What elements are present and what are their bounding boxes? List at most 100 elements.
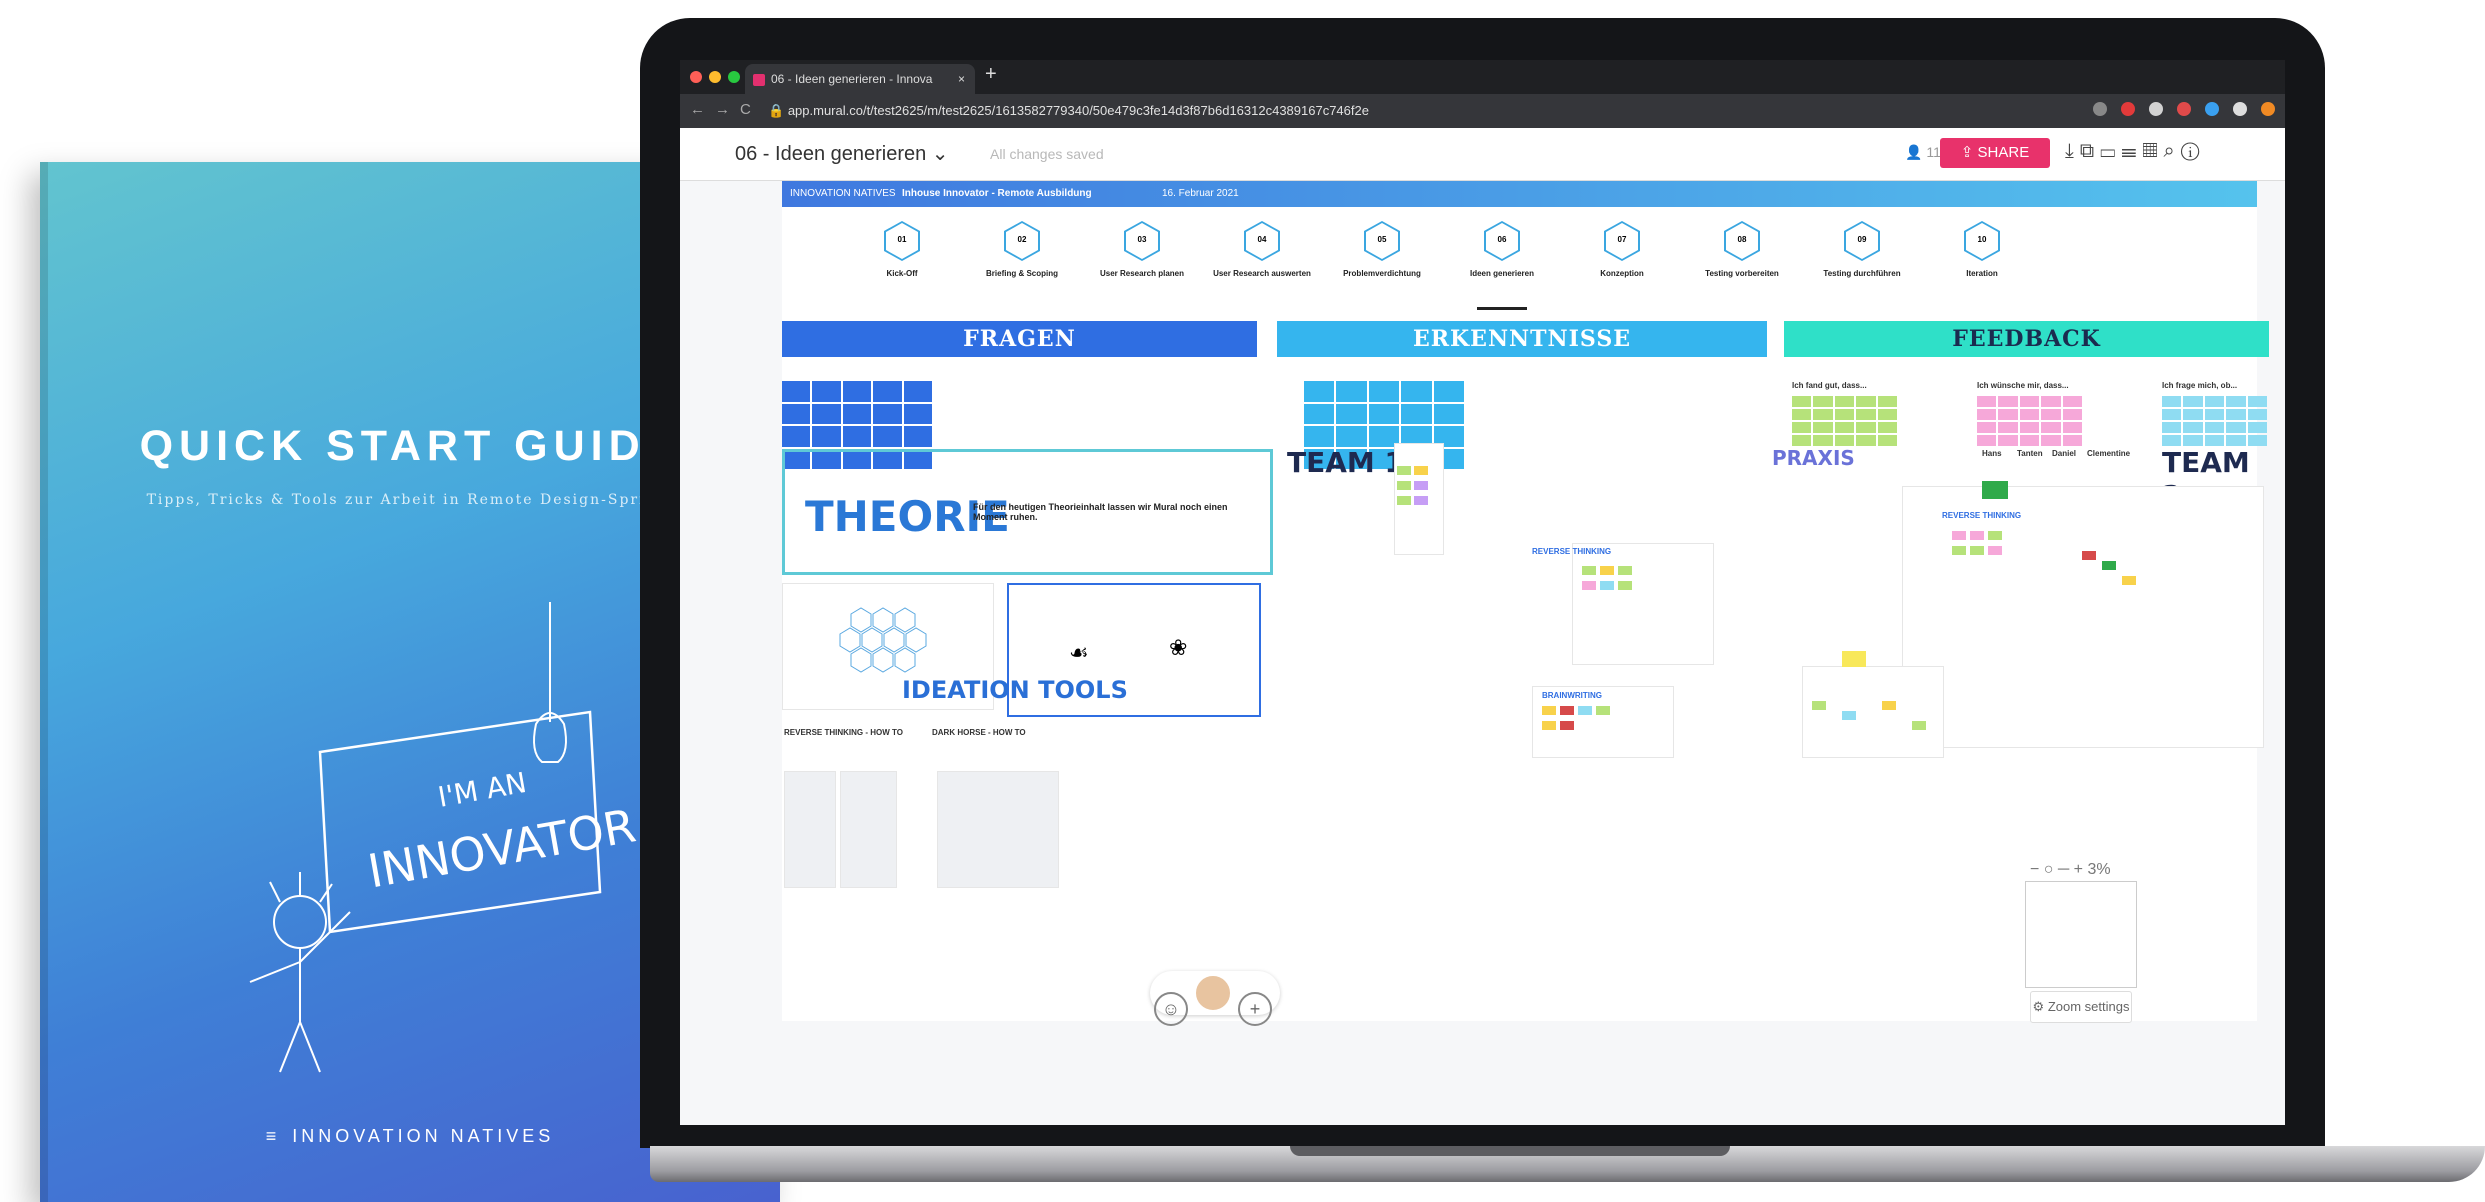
team-1-label: TEAM 1 <box>1287 446 1404 479</box>
praxis-label: PRAXIS <box>1772 446 1855 470</box>
laptop-notch <box>1290 1146 1730 1156</box>
zoom-level: 3% <box>2087 861 2111 878</box>
feedback-grid-wish[interactable] <box>1977 396 2082 446</box>
hexagon-icon: 08 <box>1724 221 1760 261</box>
ideation-tools-title: IDEATION TOOLS <box>902 676 1128 704</box>
board-name: 06 - Ideen generieren <box>735 143 927 165</box>
step-01[interactable]: 01 Kick-Off <box>852 221 952 278</box>
innovator-illustration: I'M AN INNOVATOR <box>249 602 640 1073</box>
reverse-box-2[interactable] <box>840 771 897 888</box>
team-header-1: Hans <box>1982 449 2002 458</box>
hexagon-icon: 06 <box>1484 221 1520 261</box>
step-04[interactable]: 04 User Research auswerten <box>1212 221 1312 278</box>
hexagon-icon: 09 <box>1844 221 1880 261</box>
team-header-2: Tanten <box>2017 449 2043 458</box>
maximize-window-button[interactable] <box>728 71 740 83</box>
step-06[interactable]: 06 Ideen generieren <box>1452 221 1552 278</box>
browser-address-bar: ←→C 🔒 app.mural.co/t/test2625/m/test2625… <box>680 94 2285 128</box>
profile-avatar-icon <box>2261 102 2275 116</box>
team-header-3: Daniel <box>2052 449 2077 458</box>
team1-reverse-label: REVERSE THINKING <box>1532 547 1612 556</box>
brainwriting-label: BRAINWRITING <box>1542 691 1602 700</box>
mural-toolbar: 06 - Ideen generieren ⌄ All changes save… <box>680 128 2285 181</box>
mural-canvas[interactable]: INNOVATION NATIVES Inhouse Innovator - R… <box>680 181 2285 1125</box>
step-03[interactable]: 03 User Research planen <box>1092 221 1192 278</box>
extensions-puzzle-icon <box>2233 102 2247 116</box>
feedback-grid-good[interactable] <box>1792 396 1897 446</box>
feedback-label-3: Ich frage mich, ob... <box>2162 381 2238 390</box>
zoom-controls[interactable]: − ○ ─ + 3% <box>2030 861 2111 879</box>
feedback-label-1: Ich fand gut, dass... <box>1792 381 1867 390</box>
mindmap-frame[interactable] <box>1802 666 1944 758</box>
step-02[interactable]: 02 Briefing & Scoping <box>972 221 1072 278</box>
close-window-button[interactable] <box>690 71 702 83</box>
hexagon-icon: 10 <box>1964 221 2000 261</box>
hexagon-icon: 01 <box>884 221 920 261</box>
board-name-dropdown[interactable]: 06 - Ideen generieren ⌄ <box>735 141 949 166</box>
add-icon[interactable]: + <box>1238 992 1272 1026</box>
url-field[interactable]: 🔒 app.mural.co/t/test2625/m/test2625/161… <box>768 99 2068 123</box>
zoom-settings-label: Zoom settings <box>2047 999 2130 1014</box>
step-08[interactable]: 08 Testing vorbereiten <box>1692 221 1792 278</box>
reverse-box-1[interactable] <box>784 771 836 888</box>
share-button[interactable]: ⇪ SHARE <box>1940 138 2050 168</box>
reverse-thinking-label: REVERSE THINKING <box>1942 511 2022 520</box>
banner-date: 16. Februar 2021 <box>1162 188 1239 199</box>
team-header-4: Clementine <box>2087 449 2131 458</box>
tab-title: 06 - Ideen generieren - Innova <box>771 72 933 86</box>
brand-name: INNOVATION NATIVES <box>292 1126 555 1146</box>
book-spine <box>40 162 48 1202</box>
toolbar-icons[interactable]: ⤓⧉▭☰▦⌕ⓘ <box>2065 140 2205 163</box>
extension-icon <box>2149 102 2163 116</box>
sketch-figure-icon: ☙ <box>1069 640 1089 665</box>
reverse-howto-title: REVERSE THINKING - HOW TO <box>784 728 903 737</box>
darkhorse-howto-title: DARK HORSE - HOW TO <box>932 728 1026 737</box>
darkhorse-box[interactable] <box>937 771 1059 888</box>
laptop-base <box>650 1146 2485 1182</box>
minimap[interactable] <box>2025 881 2137 988</box>
browser-tab-bar: 06 - Ideen generieren - Innova × + <box>680 60 2285 94</box>
svg-text:I'M AN: I'M AN <box>435 766 529 814</box>
share-label: SHARE <box>1977 144 2030 161</box>
feedback-grid-question[interactable] <box>2162 396 2267 446</box>
team2-board[interactable] <box>1902 486 2264 748</box>
theorie-frame[interactable]: THEORIE Für den heutigen Theorieinhalt l… <box>782 449 1273 575</box>
step-10[interactable]: 10 Iteration <box>1932 221 2032 278</box>
new-tab-button[interactable]: + <box>985 63 997 86</box>
step-07[interactable]: 07 Konzeption <box>1572 221 1672 278</box>
team1-reverse-frame[interactable] <box>1572 543 1714 665</box>
avatar[interactable] <box>1196 976 1230 1010</box>
minimize-window-button[interactable] <box>709 71 721 83</box>
hexagon-icon: 04 <box>1244 221 1280 261</box>
zoom-settings-button[interactable]: ⚙ Zoom settings <box>2030 991 2132 1023</box>
browser-tab[interactable]: 06 - Ideen generieren - Innova × <box>745 64 975 94</box>
extension-icon <box>2177 102 2191 116</box>
banner-brand: INNOVATION NATIVES <box>790 188 896 199</box>
banner-title: Inhouse Innovator - Remote Ausbildung <box>902 188 1092 199</box>
extension-icons[interactable] <box>2079 102 2275 121</box>
step-05[interactable]: 05 Problemverdichtung <box>1332 221 1432 278</box>
browser-nav-buttons[interactable]: ←→C <box>690 101 761 118</box>
hexagon-icon: 02 <box>1004 221 1040 261</box>
board-banner: INNOVATION NATIVES Inhouse Innovator - R… <box>782 181 2257 207</box>
tab-close-icon[interactable]: × <box>958 64 965 94</box>
emoji-icon[interactable]: ☺ <box>1154 992 1188 1026</box>
feedback-label-2: Ich wünsche mir, dass... <box>1977 381 2069 390</box>
hexagon-icon: 03 <box>1124 221 1160 261</box>
url-text: app.mural.co/t/test2625/m/test2625/16135… <box>787 103 1369 118</box>
bottom-action-bar: ☺ + <box>1150 971 1280 1026</box>
laptop-screen: 06 - Ideen generieren - Innova × + ←→C 🔒… <box>680 60 2285 1125</box>
user-count-value: 11 <box>1926 144 1941 160</box>
window-controls <box>690 70 747 88</box>
feedback-header: FEEDBACK <box>1784 321 2269 357</box>
active-step-indicator <box>1477 307 1527 310</box>
mural-favicon-icon <box>753 73 765 86</box>
user-count[interactable]: 👤 11 <box>1905 144 1941 161</box>
step-09[interactable]: 09 Testing durchführen <box>1812 221 1912 278</box>
hexagon-icon: 05 <box>1364 221 1400 261</box>
erkenntnisse-header: ERKENNTNISSE <box>1277 321 1767 357</box>
bookmark-star-icon <box>2093 102 2107 116</box>
brand-logo-icon: ≡ <box>265 1126 281 1146</box>
extension-icon <box>2205 102 2219 116</box>
hexagon-icon: 07 <box>1604 221 1640 261</box>
